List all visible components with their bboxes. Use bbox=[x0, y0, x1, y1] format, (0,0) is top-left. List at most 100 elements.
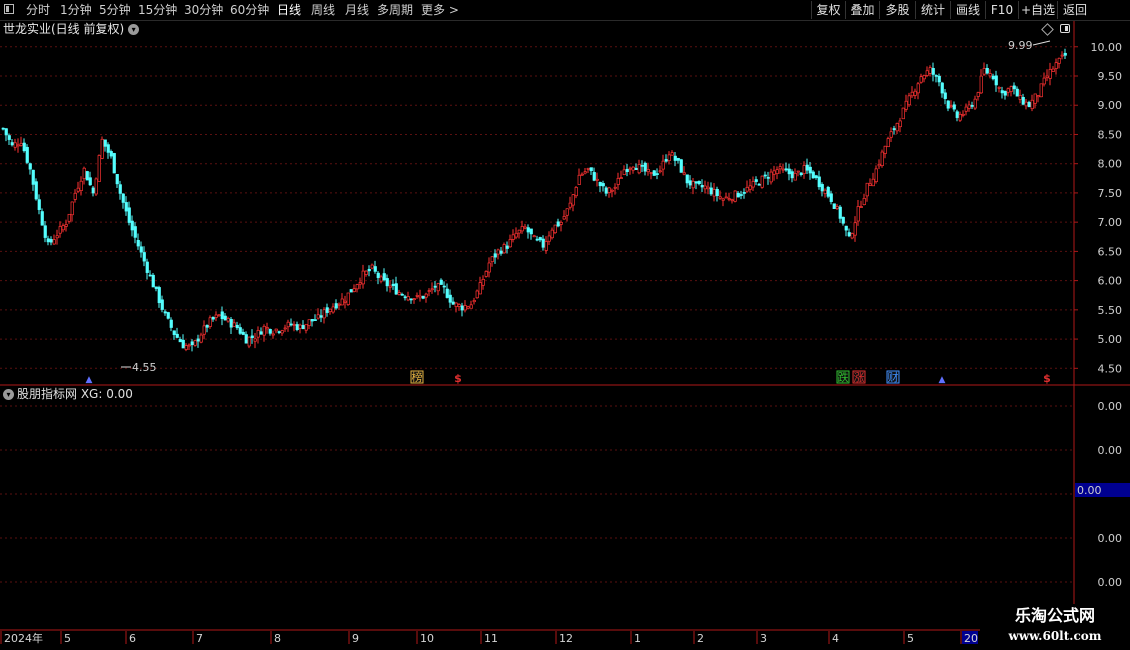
event-marker: 榜 bbox=[412, 370, 423, 384]
date-axis-label: 4 bbox=[832, 632, 839, 645]
candle-body bbox=[1015, 88, 1019, 97]
candle-body bbox=[187, 344, 191, 347]
price-axis-label: 7.00 bbox=[1098, 216, 1123, 229]
candle-body bbox=[298, 324, 302, 329]
candle-body bbox=[511, 234, 515, 240]
candle-body bbox=[346, 292, 350, 305]
candle-body bbox=[562, 216, 566, 220]
price-axis-label: 7.50 bbox=[1098, 187, 1123, 200]
candle-body bbox=[1006, 88, 1010, 93]
candle-body bbox=[142, 252, 146, 262]
candle-body bbox=[922, 75, 926, 80]
candle-body bbox=[679, 159, 683, 173]
candle-body bbox=[1036, 95, 1040, 98]
candle-body bbox=[157, 287, 161, 304]
kline-chart[interactable]: 10.009.509.008.508.007.507.006.506.005.5… bbox=[0, 0, 1130, 650]
candle-body bbox=[814, 175, 818, 179]
candle-body bbox=[676, 158, 680, 161]
candle-body bbox=[46, 238, 50, 243]
candle-body bbox=[199, 334, 203, 343]
dollar-marker: $ bbox=[1043, 372, 1051, 385]
candle-body bbox=[13, 142, 17, 148]
candle-body bbox=[475, 290, 479, 299]
candle-body bbox=[355, 284, 359, 290]
candle-body bbox=[514, 232, 518, 238]
candle-body bbox=[1012, 85, 1016, 90]
candle-body bbox=[733, 190, 737, 202]
candle-body bbox=[796, 170, 800, 173]
candle-body bbox=[673, 155, 677, 161]
candle-body bbox=[316, 314, 320, 319]
candle-body bbox=[265, 327, 269, 330]
candle-body bbox=[367, 268, 371, 272]
candle-body bbox=[250, 335, 254, 339]
candle-body bbox=[787, 168, 791, 175]
dollar-marker: $ bbox=[454, 372, 462, 385]
candle-body bbox=[946, 100, 950, 109]
candle-body bbox=[706, 186, 710, 190]
candle-body bbox=[19, 143, 23, 146]
candle-body bbox=[460, 305, 464, 311]
candle-body bbox=[604, 187, 608, 194]
candle-body bbox=[217, 314, 221, 317]
candle-body bbox=[109, 151, 113, 157]
watermark-title: 乐淘公式网 bbox=[1014, 606, 1095, 625]
candle-body bbox=[727, 198, 731, 201]
candle-body bbox=[58, 226, 62, 234]
candle-body bbox=[283, 327, 287, 330]
triangle-marker: ▲ bbox=[939, 375, 946, 385]
price-axis-label: 4.50 bbox=[1098, 362, 1123, 375]
candle-body bbox=[253, 338, 257, 342]
candle-body bbox=[667, 154, 671, 161]
candle-body bbox=[289, 323, 293, 326]
candle-body bbox=[871, 178, 875, 187]
candle-body bbox=[1018, 94, 1022, 100]
price-axis-label: 9.50 bbox=[1098, 70, 1123, 83]
candle-body bbox=[274, 328, 278, 332]
candle-body bbox=[151, 274, 155, 288]
candle-body bbox=[868, 183, 872, 186]
date-axis-label: 12 bbox=[559, 632, 573, 645]
candle-body bbox=[907, 95, 911, 106]
candle-body bbox=[844, 225, 848, 231]
candle-body bbox=[775, 169, 779, 174]
candle-body bbox=[886, 138, 890, 148]
candle-body bbox=[85, 171, 89, 181]
candle-body bbox=[982, 68, 986, 75]
candle-body bbox=[700, 185, 704, 188]
candle-body bbox=[364, 270, 368, 275]
candle-body bbox=[226, 318, 230, 322]
candle-body bbox=[1027, 102, 1031, 108]
candle-body bbox=[793, 173, 797, 181]
candle-body bbox=[160, 299, 164, 310]
candle-body bbox=[652, 170, 656, 176]
candle-body bbox=[607, 187, 611, 193]
candle-body bbox=[271, 333, 275, 336]
date-axis-label: 8 bbox=[274, 632, 281, 645]
high-arrow bbox=[1032, 40, 1051, 46]
candle-body bbox=[835, 206, 839, 209]
candle-body bbox=[145, 261, 149, 273]
indicator-axis-label: 0.00 bbox=[1098, 576, 1123, 589]
candle-body bbox=[115, 174, 119, 185]
candle-body bbox=[538, 237, 542, 241]
candle-body bbox=[454, 302, 458, 307]
candle-body bbox=[895, 123, 899, 132]
candle-body bbox=[862, 198, 866, 206]
candle-body bbox=[358, 282, 362, 285]
candle-body bbox=[970, 105, 974, 107]
candle-body bbox=[520, 226, 524, 232]
candle-body bbox=[1054, 62, 1058, 69]
candle-body bbox=[169, 319, 173, 328]
candle-body bbox=[718, 196, 722, 199]
candle-body bbox=[448, 294, 452, 303]
candle-body bbox=[859, 206, 863, 208]
candle-body bbox=[79, 180, 83, 191]
candle-body bbox=[778, 166, 782, 170]
candle-body bbox=[820, 184, 824, 192]
price-axis-label: 6.00 bbox=[1098, 275, 1123, 288]
candle-body bbox=[694, 181, 698, 184]
candle-body bbox=[898, 120, 902, 128]
candle-body bbox=[244, 334, 248, 344]
candle-body bbox=[577, 174, 581, 185]
